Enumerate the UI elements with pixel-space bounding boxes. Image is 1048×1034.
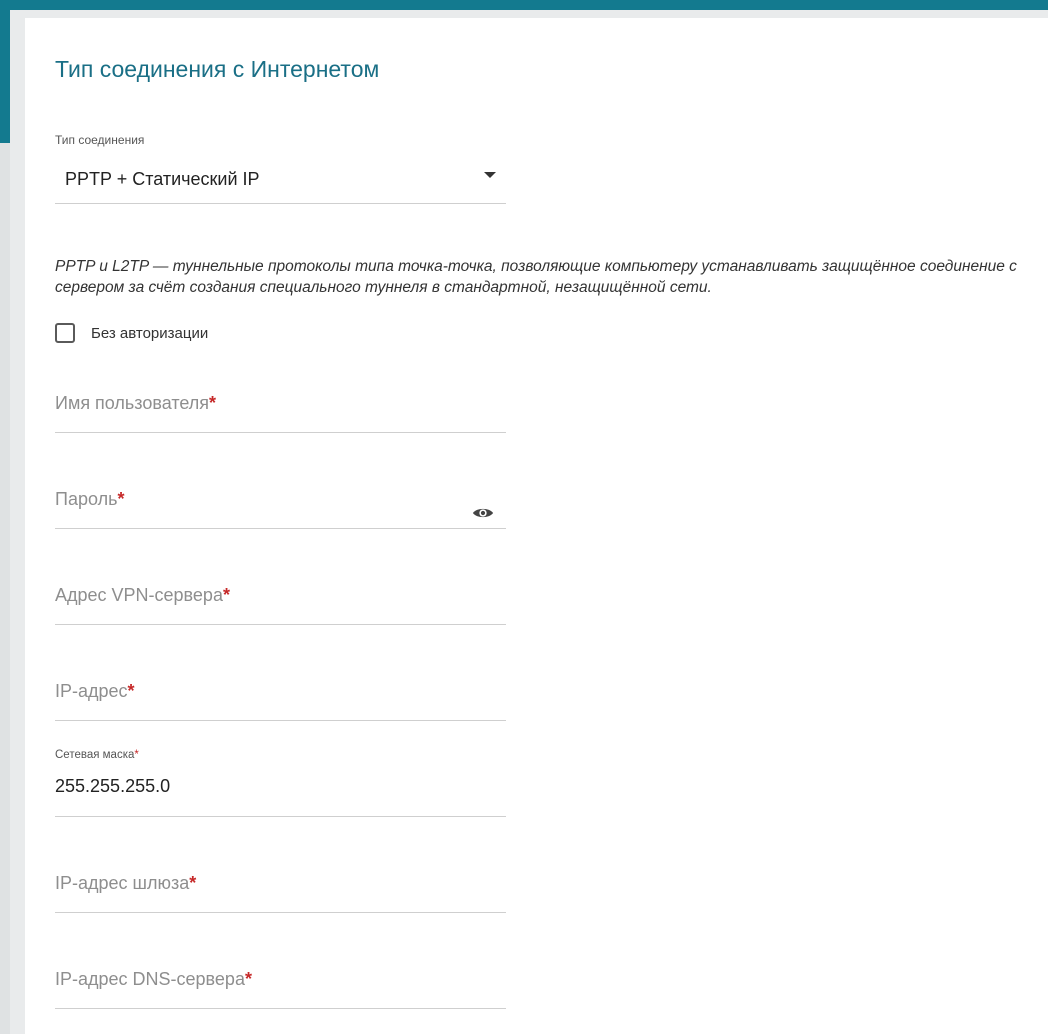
netmask-value: 255.255.255.0 bbox=[55, 776, 171, 796]
no-auth-checkbox-row[interactable]: Без авторизации bbox=[55, 321, 208, 345]
username-field[interactable]: Имя пользователя* bbox=[55, 382, 506, 433]
required-mark: * bbox=[117, 489, 125, 509]
left-sidebar-edge bbox=[0, 143, 10, 1034]
protocol-description: PPTP и L2TP — туннельные протоколы типа … bbox=[55, 258, 1017, 296]
password-placeholder: Пароль* bbox=[55, 489, 125, 509]
ip-address-field[interactable]: IP-адрес* bbox=[55, 670, 506, 721]
vpn-server-field[interactable]: Адрес VPN-сервера* bbox=[55, 574, 506, 625]
vpn-server-placeholder: Адрес VPN-сервера* bbox=[55, 585, 230, 605]
eye-icon[interactable] bbox=[472, 506, 494, 520]
required-mark: * bbox=[134, 749, 139, 761]
dns-field[interactable]: IP-адрес DNS-сервера* bbox=[55, 958, 506, 1009]
ip-address-placeholder: IP-адрес* bbox=[55, 681, 135, 701]
settings-card: Тип соединения с Интернетом Тип соединен… bbox=[25, 18, 1048, 1034]
no-auth-checkbox[interactable] bbox=[55, 323, 75, 343]
required-mark: * bbox=[209, 393, 217, 413]
top-accent-bar bbox=[10, 0, 1048, 10]
dropdown-arrow-icon bbox=[484, 172, 496, 178]
required-mark: * bbox=[127, 681, 135, 701]
connection-type-value: PPTP + Статический IP bbox=[65, 169, 260, 189]
netmask-field[interactable]: 255.255.255.0 bbox=[55, 766, 506, 817]
required-mark: * bbox=[189, 873, 197, 893]
dns-placeholder: IP-адрес DNS-сервера* bbox=[55, 969, 252, 989]
gateway-field[interactable]: IP-адрес шлюза* bbox=[55, 862, 506, 913]
username-placeholder: Имя пользователя* bbox=[55, 393, 217, 413]
connection-type-label: Тип соединения bbox=[55, 133, 145, 147]
required-mark: * bbox=[244, 969, 252, 989]
required-mark: * bbox=[222, 585, 230, 605]
left-accent-strip bbox=[0, 0, 10, 143]
connection-type-select[interactable]: PPTP + Статический IP bbox=[55, 156, 506, 204]
page-title: Тип соединения с Интернетом bbox=[55, 56, 380, 82]
gateway-placeholder: IP-адрес шлюза* bbox=[55, 873, 197, 893]
password-field[interactable]: Пароль* bbox=[55, 478, 506, 529]
no-auth-label: Без авторизации bbox=[91, 324, 209, 342]
netmask-label: Сетевая маска* bbox=[55, 749, 139, 761]
